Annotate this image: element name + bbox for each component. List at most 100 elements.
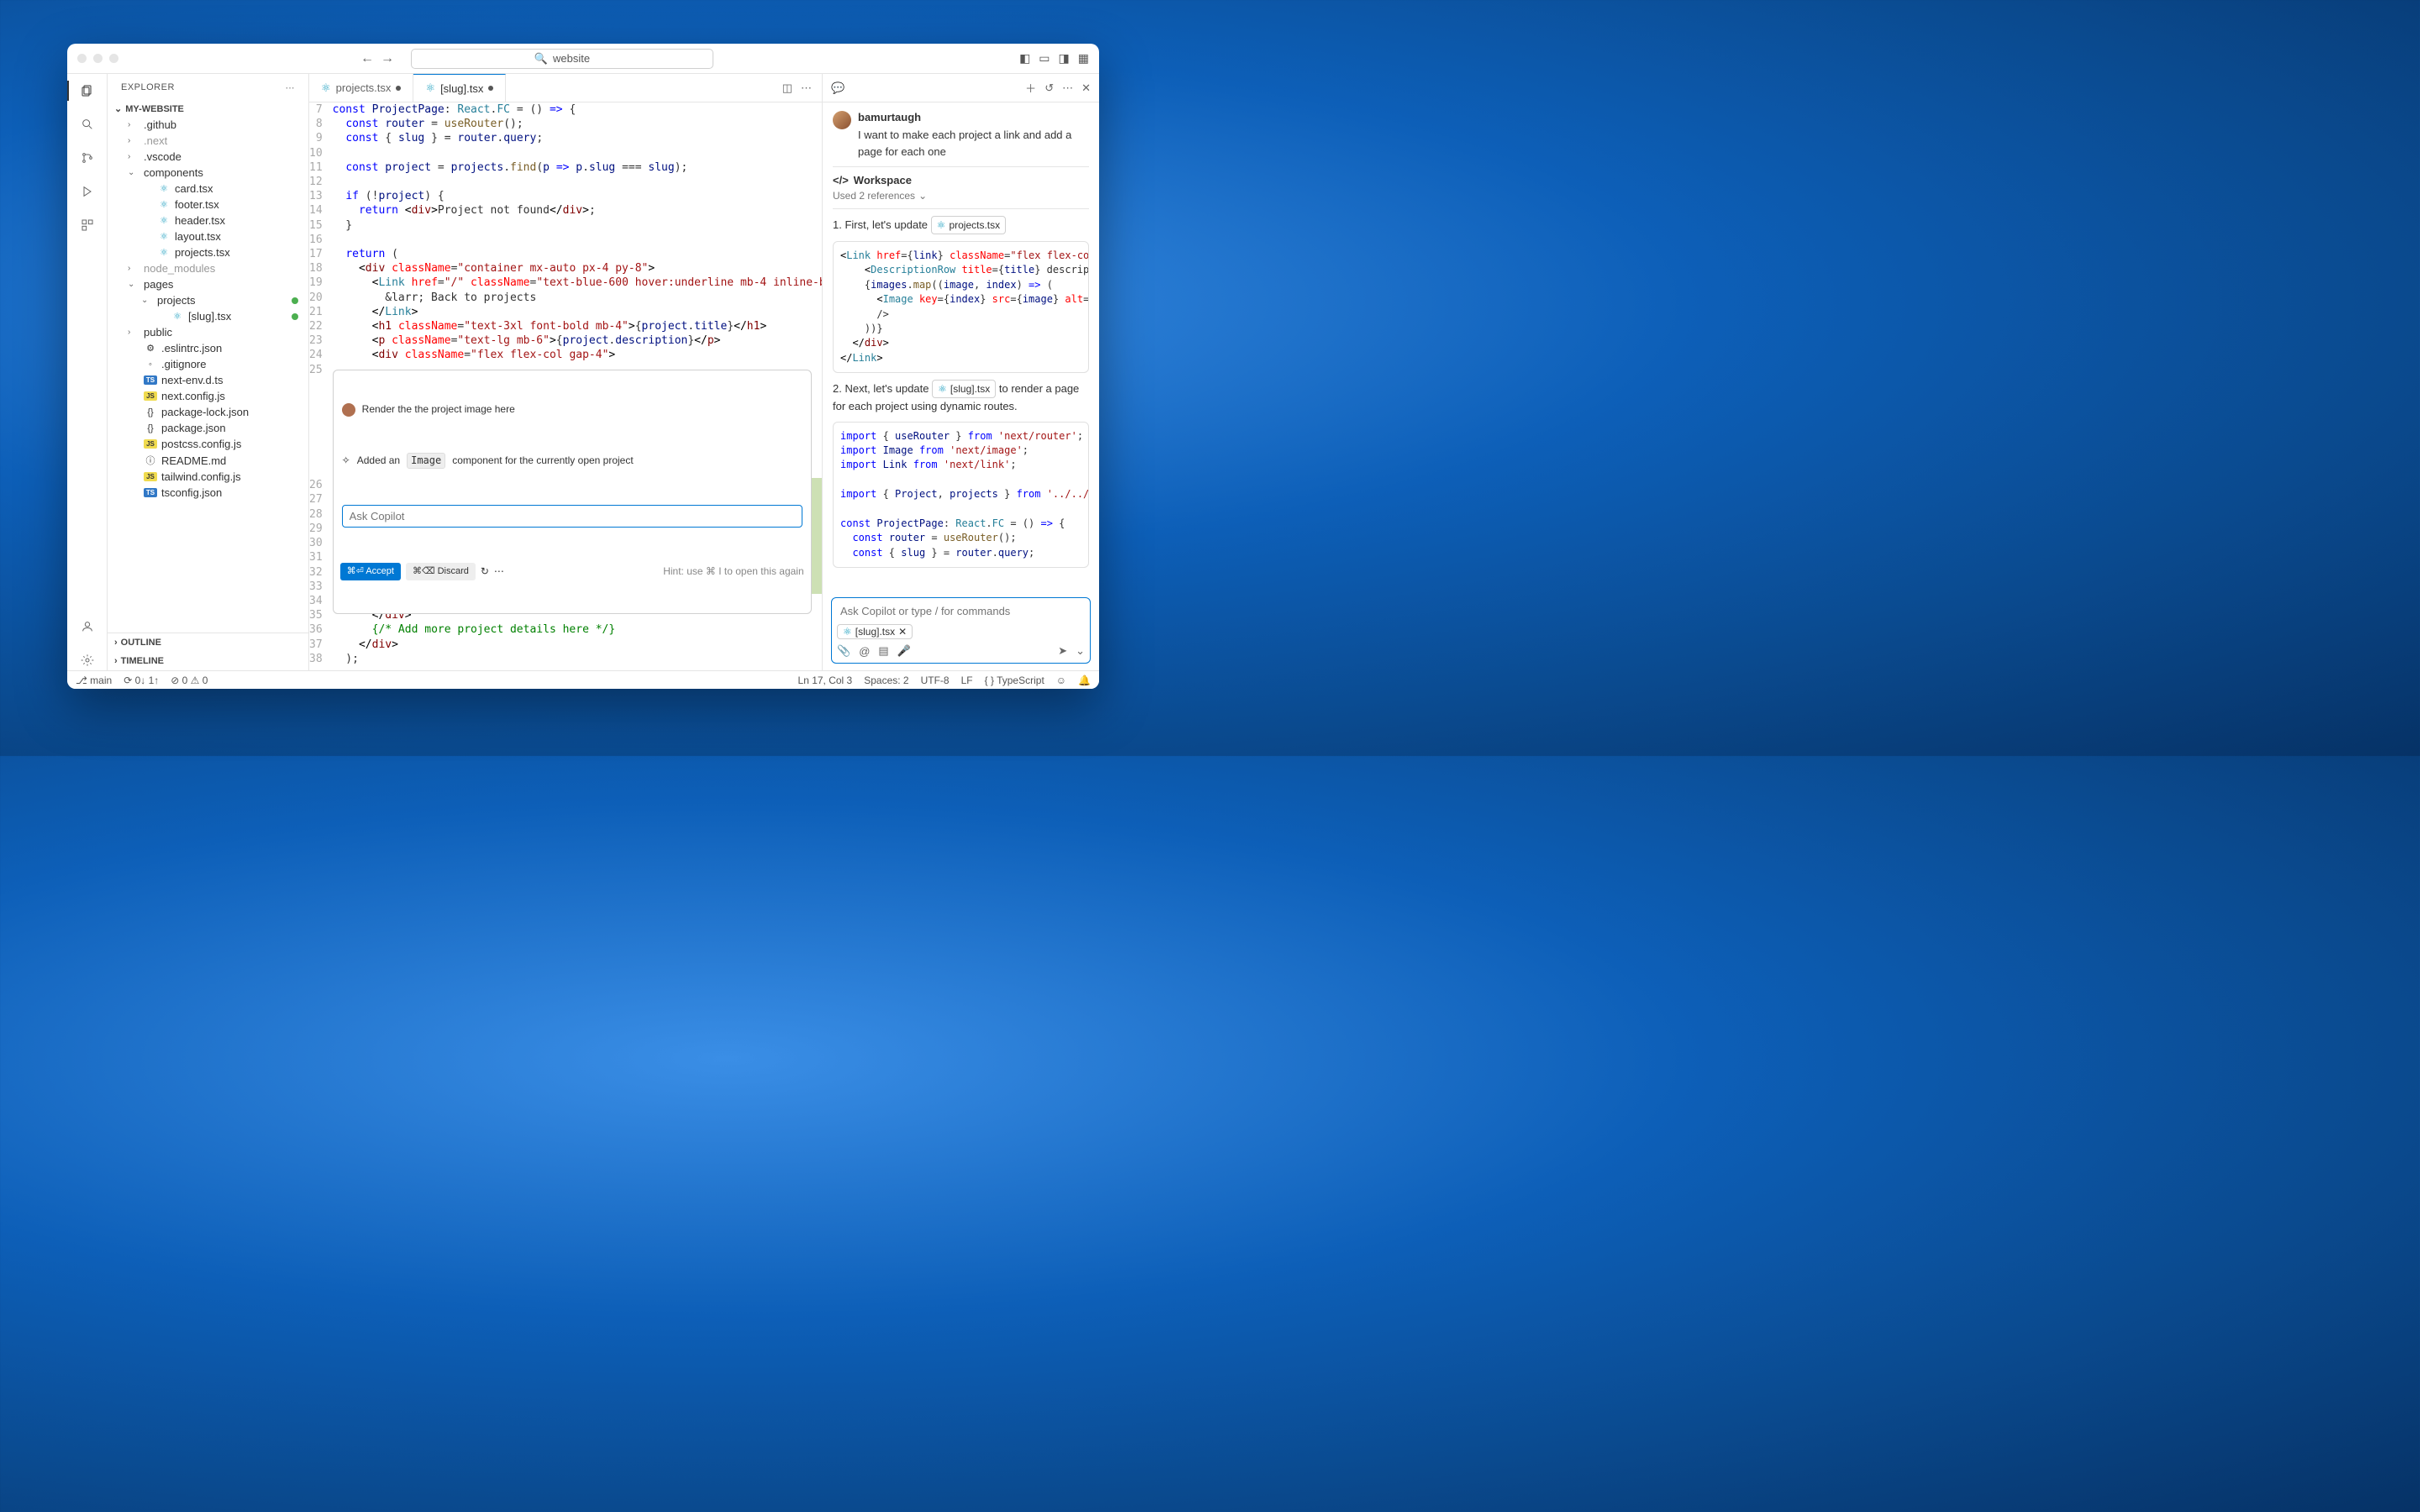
- accept-button[interactable]: ⌘⏎ Accept: [340, 563, 401, 580]
- tree-item-card-tsx[interactable]: ⚛card.tsx: [111, 181, 308, 197]
- extensions-icon[interactable]: [77, 215, 97, 235]
- tree-item-postcss-config-js[interactable]: JSpostcss.config.js: [111, 436, 308, 452]
- tree-item-next-config-js[interactable]: JSnext.config.js: [111, 388, 308, 404]
- tree-item-public[interactable]: ›public: [111, 324, 308, 340]
- regenerate-icon[interactable]: ↻: [481, 564, 489, 579]
- tree-item-projects-tsx[interactable]: ⚛projects.tsx: [111, 244, 308, 260]
- nav-forward-icon[interactable]: →: [381, 51, 394, 66]
- tree-item--gitignore[interactable]: ◦.gitignore: [111, 356, 308, 372]
- search-panel-icon[interactable]: [77, 114, 97, 134]
- chat-more-icon[interactable]: ⋯: [1062, 81, 1073, 95]
- file-label: .github: [144, 118, 176, 131]
- tree-item--github[interactable]: ›.github: [111, 117, 308, 133]
- history-icon[interactable]: ↺: [1044, 81, 1054, 95]
- attach-icon[interactable]: 📎: [837, 644, 850, 658]
- discard-button[interactable]: ⌘⌫ Discard: [406, 563, 476, 580]
- new-chat-icon[interactable]: ＋: [1025, 80, 1036, 96]
- indentation[interactable]: Spaces: 2: [864, 675, 908, 686]
- tree-item-next-env-d-ts[interactable]: TSnext-env.d.ts: [111, 372, 308, 388]
- tab-slug[interactable]: ⚛ [slug].tsx: [413, 74, 506, 102]
- encoding[interactable]: UTF-8: [921, 675, 950, 686]
- close-icon[interactable]: ✕: [1081, 81, 1091, 95]
- timeline-header[interactable]: ›TIMELINE: [108, 652, 308, 670]
- explorer-icon[interactable]: [77, 81, 97, 101]
- ts-file-icon: TS: [144, 488, 157, 497]
- file-label: .next: [144, 134, 167, 147]
- modified-dot-icon: [292, 313, 298, 320]
- file-label: footer.tsx: [175, 198, 219, 211]
- tab-projects[interactable]: ⚛ projects.tsx: [309, 74, 413, 102]
- tree-item-tailwind-config-js[interactable]: JStailwind.config.js: [111, 469, 308, 485]
- chat-icon[interactable]: 💬: [831, 81, 844, 95]
- file-label: postcss.config.js: [161, 438, 241, 450]
- code-editor[interactable]: 7891011121314151617181920212223242526272…: [309, 102, 822, 670]
- file-chip[interactable]: ⚛projects.tsx: [931, 216, 1006, 234]
- language-mode[interactable]: { } TypeScript: [985, 675, 1044, 686]
- layout-sidebar-right-icon[interactable]: ◨: [1059, 51, 1070, 66]
- send-icon[interactable]: ➤: [1058, 644, 1067, 658]
- layout-panel-bottom-icon[interactable]: ▭: [1039, 51, 1050, 66]
- debug-icon[interactable]: [77, 181, 97, 202]
- code-block[interactable]: import { useRouter } from 'next/router';…: [833, 422, 1089, 569]
- project-folder-header[interactable]: ⌄ MY-WEBSITE: [108, 101, 308, 117]
- split-editor-icon[interactable]: ◫: [782, 81, 792, 95]
- layout-sidebar-left-icon[interactable]: ◧: [1019, 51, 1030, 66]
- inline-chat-input[interactable]: [342, 505, 802, 528]
- source-control-icon[interactable]: [77, 148, 97, 168]
- file-label: header.tsx: [175, 214, 225, 227]
- tree-item-package-json[interactable]: {}package.json: [111, 420, 308, 436]
- chat-input[interactable]: [837, 603, 1085, 619]
- references-toggle[interactable]: Used 2 references⌄: [833, 190, 1089, 202]
- titlebar: ← → 🔍 website ◧ ▭ ◨ ▦: [67, 44, 1099, 74]
- settings-gear-icon[interactable]: [77, 650, 97, 670]
- tree-item-node-modules[interactable]: ›node_modules: [111, 260, 308, 276]
- sync-indicator[interactable]: ⟳ 0↓ 1↑: [124, 675, 159, 686]
- sidebar-title: EXPLORER: [121, 82, 175, 92]
- tree-item--slug-tsx[interactable]: ⚛[slug].tsx: [111, 308, 308, 324]
- search-text: website: [553, 52, 590, 65]
- tree-item--eslintrc-json[interactable]: ⚙.eslintrc.json: [111, 340, 308, 356]
- tree-item-layout-tsx[interactable]: ⚛layout.tsx: [111, 228, 308, 244]
- problems-indicator[interactable]: ⊘ 0 ⚠ 0: [171, 675, 208, 686]
- tree-item-tsconfig-json[interactable]: TStsconfig.json: [111, 485, 308, 501]
- code-block[interactable]: <Link href={link} className="flex flex-c…: [833, 241, 1089, 373]
- nav-back-icon[interactable]: ←: [360, 51, 374, 66]
- tree-item-footer-tsx[interactable]: ⚛footer.tsx: [111, 197, 308, 213]
- window-controls[interactable]: [77, 54, 118, 63]
- tree-item-components[interactable]: ⌄components: [111, 165, 308, 181]
- file-icon: {}: [144, 423, 157, 433]
- more-actions-icon[interactable]: ⋯: [286, 82, 296, 93]
- react-file-icon: ⚛: [157, 247, 171, 258]
- editor-more-icon[interactable]: ⋯: [801, 81, 812, 95]
- send-dropdown-icon[interactable]: ⌄: [1076, 644, 1085, 658]
- tree-item-package-lock-json[interactable]: {}package-lock.json: [111, 404, 308, 420]
- chat-username: bamurtaugh: [858, 111, 1089, 123]
- tree-item--vscode[interactable]: ›.vscode: [111, 149, 308, 165]
- more-icon[interactable]: ⋯: [494, 564, 504, 579]
- file-label: card.tsx: [175, 182, 213, 195]
- layout-customize-icon[interactable]: ▦: [1078, 51, 1089, 66]
- tree-item--next[interactable]: ›.next: [111, 133, 308, 149]
- tree-item-header-tsx[interactable]: ⚛header.tsx: [111, 213, 308, 228]
- command-center[interactable]: 🔍 website: [411, 49, 713, 69]
- branch-indicator[interactable]: ⎇ main: [76, 675, 112, 686]
- file-label: layout.tsx: [175, 230, 221, 243]
- mention-icon[interactable]: @: [859, 645, 870, 658]
- tree-item-README-md[interactable]: ⓘREADME.md: [111, 452, 308, 469]
- context-chip[interactable]: ⚛[slug].tsx ✕: [837, 624, 913, 639]
- outline-header[interactable]: ›OUTLINE: [108, 633, 308, 652]
- chevron-icon: ›: [128, 152, 139, 161]
- remove-chip-icon[interactable]: ✕: [898, 626, 907, 638]
- tree-item-projects[interactable]: ⌄projects: [111, 292, 308, 308]
- file-label: package-lock.json: [161, 406, 249, 418]
- mic-icon[interactable]: 🎤: [897, 644, 911, 658]
- account-icon[interactable]: [77, 617, 97, 637]
- cursor-position[interactable]: Ln 17, Col 3: [798, 675, 853, 686]
- slash-command-icon[interactable]: ▤: [878, 644, 888, 658]
- tree-item-pages[interactable]: ⌄pages: [111, 276, 308, 292]
- chevron-icon: ⌄: [128, 280, 139, 289]
- bell-icon[interactable]: 🔔: [1078, 675, 1091, 686]
- feedback-icon[interactable]: ☺: [1056, 675, 1066, 686]
- file-chip[interactable]: ⚛[slug].tsx: [932, 380, 996, 398]
- eol[interactable]: LF: [961, 675, 973, 686]
